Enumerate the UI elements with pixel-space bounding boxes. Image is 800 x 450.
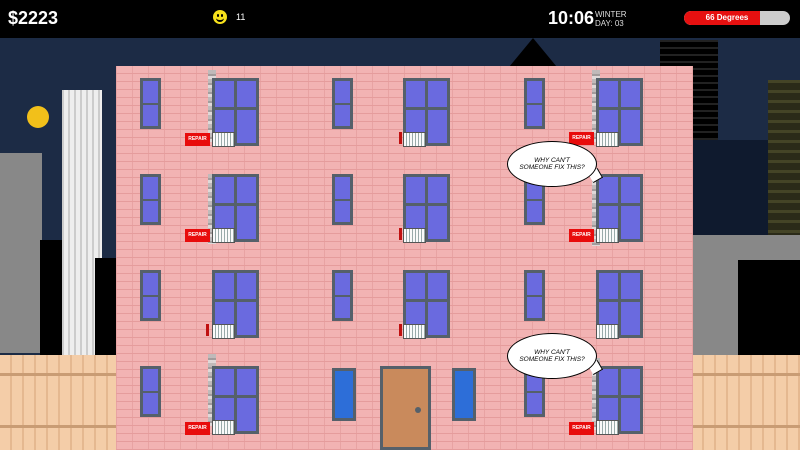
money-display: $2223 bbox=[8, 8, 59, 28]
air-conditioner bbox=[596, 132, 619, 147]
apartment-window bbox=[332, 174, 353, 225]
apartment-window bbox=[332, 270, 353, 321]
air-conditioner bbox=[403, 228, 426, 243]
air-conditioner bbox=[212, 420, 235, 435]
lobby-window bbox=[332, 368, 356, 421]
air-conditioner bbox=[596, 324, 619, 339]
skyline-building bbox=[738, 260, 800, 355]
apartment-window bbox=[524, 270, 545, 321]
apartment-window bbox=[140, 174, 161, 225]
front-door[interactable] bbox=[380, 366, 431, 450]
air-conditioner bbox=[596, 420, 619, 435]
thermostat bbox=[399, 132, 402, 144]
air-conditioner bbox=[596, 228, 619, 243]
backyard-fence bbox=[692, 355, 800, 450]
tenant-speech-bubble: WHY CAN'T SOMEONE FIX THIS? bbox=[507, 141, 597, 187]
apartment-building: REPAIR REPAIR REPAIR REPAIR REPAIR REPAI… bbox=[116, 66, 693, 450]
backyard-fence bbox=[0, 355, 117, 450]
apartment-window bbox=[140, 366, 161, 417]
air-conditioner bbox=[212, 228, 235, 243]
skyline-building bbox=[0, 153, 42, 353]
air-conditioner bbox=[403, 132, 426, 147]
smiley-face-icon bbox=[213, 10, 227, 24]
air-conditioner bbox=[212, 324, 235, 339]
season-label: WINTER bbox=[595, 10, 627, 19]
day-label: DAY: 03 bbox=[595, 19, 624, 28]
thermostat bbox=[399, 324, 402, 336]
door-knob bbox=[415, 407, 421, 413]
thermostat bbox=[399, 228, 402, 240]
temperature-label: 66 Degrees bbox=[705, 13, 749, 22]
clock-time: 10:06 bbox=[548, 8, 595, 28]
tenant-speech-bubble: WHY CAN'T SOMEONE FIX THIS? bbox=[507, 333, 597, 379]
apartment-window bbox=[332, 78, 353, 129]
repair-button[interactable]: REPAIR bbox=[185, 422, 210, 435]
repair-button[interactable]: REPAIR bbox=[569, 422, 594, 435]
repair-button[interactable]: REPAIR bbox=[185, 229, 210, 242]
season-day-display: WINTER DAY: 03 bbox=[595, 10, 627, 28]
apartment-window bbox=[140, 78, 161, 129]
top-hud-bar: $2223 11 10:06 WINTER DAY: 03 66 Degrees bbox=[0, 0, 800, 38]
temperature-bar: 66 Degrees bbox=[684, 11, 790, 25]
air-conditioner bbox=[212, 132, 235, 147]
apartment-window bbox=[524, 78, 545, 129]
tenant-happiness-count: 11 bbox=[236, 12, 246, 22]
repair-button[interactable]: REPAIR bbox=[569, 229, 594, 242]
lobby-window bbox=[452, 368, 476, 421]
thermostat bbox=[206, 324, 209, 336]
apartment-window bbox=[140, 270, 161, 321]
moon-icon bbox=[27, 106, 49, 128]
repair-button[interactable]: REPAIR bbox=[185, 133, 210, 146]
air-conditioner bbox=[403, 324, 426, 339]
